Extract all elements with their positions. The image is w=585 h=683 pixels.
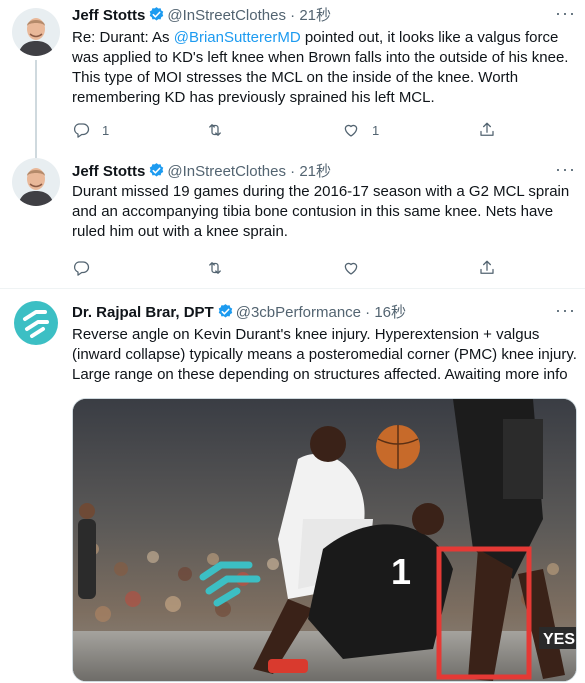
avatar[interactable] xyxy=(12,299,60,347)
share-button[interactable] xyxy=(478,120,496,140)
retweet-icon xyxy=(209,124,221,136)
retweet-button[interactable] xyxy=(206,258,236,278)
tweet-actions xyxy=(72,258,502,278)
like-icon xyxy=(344,262,358,275)
more-icon[interactable]: ··· xyxy=(555,4,575,26)
tweet-text: Durant missed 19 games during the 2016-1… xyxy=(72,183,570,240)
separator-dot: · xyxy=(365,304,371,321)
author-name[interactable]: Jeff Stotts xyxy=(72,163,145,180)
verified-badge-icon xyxy=(150,163,164,177)
reply-icon xyxy=(73,123,90,138)
network-bug-label: YES xyxy=(543,631,575,648)
more-icon[interactable]: ··· xyxy=(555,301,575,323)
author-name[interactable]: Jeff Stotts xyxy=(72,7,145,24)
verified-badge-icon xyxy=(218,304,232,318)
like-button[interactable]: 1 xyxy=(342,120,379,140)
jeff-stotts-avatar-image xyxy=(12,8,60,56)
jersey-number: 1 xyxy=(391,551,411,592)
like-icon xyxy=(344,124,358,137)
like-button[interactable] xyxy=(342,258,372,278)
retweet-icon xyxy=(209,262,221,274)
tweet-header: Dr. Rajpal Brar, DPT @3cbPerformance · 16… xyxy=(72,303,573,323)
tweet-3[interactable]: Dr. Rajpal Brar, DPT @3cbPerformance · 16… xyxy=(0,288,585,683)
verified-badge-icon xyxy=(150,7,164,21)
author-handle[interactable]: @3cbPerformance xyxy=(236,304,361,321)
separator-dot: · xyxy=(290,163,296,180)
tweet-actions: 1 1 xyxy=(72,120,502,140)
tweet-header: Jeff Stotts @InStreetClothes · 21秒 xyxy=(72,162,573,182)
share-icon xyxy=(480,122,494,136)
tweet-text-prefix: Re: Durant: As xyxy=(72,29,174,46)
tweet-video[interactable]: 1 YES xyxy=(72,398,577,682)
share-button[interactable] xyxy=(478,258,496,278)
tweet-1[interactable]: Jeff Stotts @InStreetClothes · 21秒 ··· Re… xyxy=(0,0,585,170)
avatar[interactable] xyxy=(12,158,60,206)
3cb-performance-logo-icon xyxy=(12,299,60,347)
separator-dot: · xyxy=(290,7,296,24)
reply-button[interactable]: 1 xyxy=(72,120,109,140)
mention-link[interactable]: @BrianSuttererMD xyxy=(174,29,301,46)
jeff-stotts-avatar-image xyxy=(12,158,60,206)
share-icon xyxy=(480,260,494,274)
tweet-text: Re: Durant: As @BrianSuttererMD pointed … xyxy=(72,28,577,108)
reply-button[interactable] xyxy=(72,258,102,278)
timestamp[interactable]: 21秒 xyxy=(299,7,331,24)
retweet-button[interactable] xyxy=(206,120,236,140)
timestamp[interactable]: 21秒 xyxy=(299,163,331,180)
tweet-2[interactable]: Jeff Stotts @InStreetClothes · 21秒 ··· Du… xyxy=(0,150,585,288)
reply-icon xyxy=(73,261,90,276)
basketball-video-frame: 1 YES xyxy=(73,399,576,681)
avatar[interactable] xyxy=(12,8,60,56)
like-count: 1 xyxy=(372,122,380,138)
tweet-header: Jeff Stotts @InStreetClothes · 21秒 xyxy=(72,6,573,26)
author-name[interactable]: Dr. Rajpal Brar, DPT xyxy=(72,304,214,321)
more-icon[interactable]: ··· xyxy=(555,160,575,182)
timestamp[interactable]: 16秒 xyxy=(374,304,406,321)
tweet-text: Reverse angle on Kevin Durant's knee inj… xyxy=(72,326,577,383)
author-handle[interactable]: @InStreetClothes xyxy=(167,7,286,24)
reply-count: 1 xyxy=(102,122,110,138)
author-handle[interactable]: @InStreetClothes xyxy=(167,163,286,180)
